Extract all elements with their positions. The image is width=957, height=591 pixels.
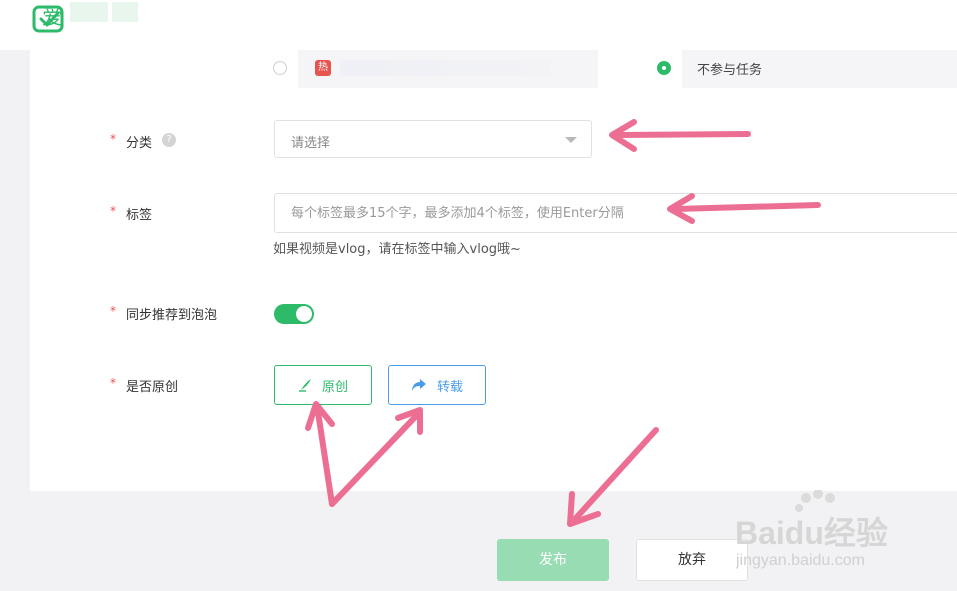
annotation-arrows	[305, 119, 821, 527]
arrow-to-repost	[329, 411, 421, 507]
arrow-to-publish	[573, 427, 659, 521]
arrow-to-tags	[673, 202, 821, 212]
arrow-to-category	[615, 131, 751, 138]
